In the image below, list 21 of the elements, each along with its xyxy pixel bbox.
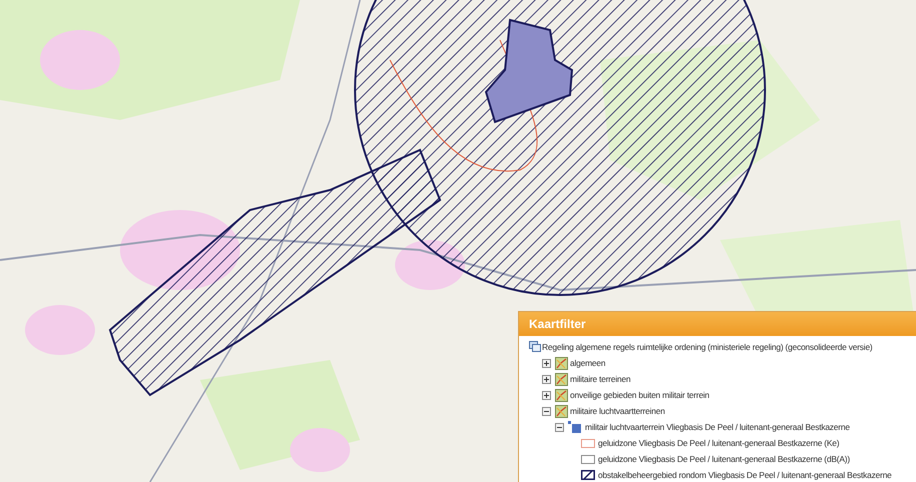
collapse-toggle[interactable] — [542, 406, 551, 416]
expand-toggle[interactable] — [542, 374, 551, 384]
tree-item-label[interactable]: onveilige gebieden buiten militair terrein — [570, 388, 710, 402]
expand-toggle[interactable] — [542, 358, 551, 368]
map-layer-icon — [555, 404, 568, 418]
collapse-toggle[interactable] — [555, 422, 564, 432]
map-layer-icon — [555, 356, 568, 370]
panel-title: Kaartfilter — [519, 312, 916, 336]
tree-item-label[interactable]: algemeen — [570, 356, 606, 370]
layers-icon — [529, 341, 541, 353]
map-layer-icon — [555, 388, 568, 402]
tree-item-label[interactable]: geluidzone Vliegbasis De Peel / luitenant-generaal Bestkazerne (Ke) — [598, 436, 840, 450]
expand-toggle[interactable] — [542, 390, 551, 400]
sublayer-icon — [568, 421, 582, 433]
tree-item-label[interactable]: obstakelbeheergebied rondom Vliegbasis De Peel / luitenant-generaal Bestkazerne — [598, 468, 892, 482]
tree-item-label[interactable]: militair luchtvaarterrein Vliegbasis De Peel / luitenant-generaal Bestkazerne — [585, 420, 850, 434]
tree-item-label[interactable]: geluidzone Vliegbasis De Peel / luitenant-generaal Bestkazerne (dB(A)) — [598, 452, 850, 466]
tree-item-label[interactable]: Regeling algemene regels ruimtelijke ordening (ministeriele regeling) (geconsolideerde versie) — [542, 340, 872, 354]
map-layer-icon — [555, 372, 568, 386]
tree-item-label[interactable]: militaire luchtvaartterreinen — [570, 404, 665, 418]
tree-item-label[interactable]: militaire terreinen — [570, 372, 630, 386]
